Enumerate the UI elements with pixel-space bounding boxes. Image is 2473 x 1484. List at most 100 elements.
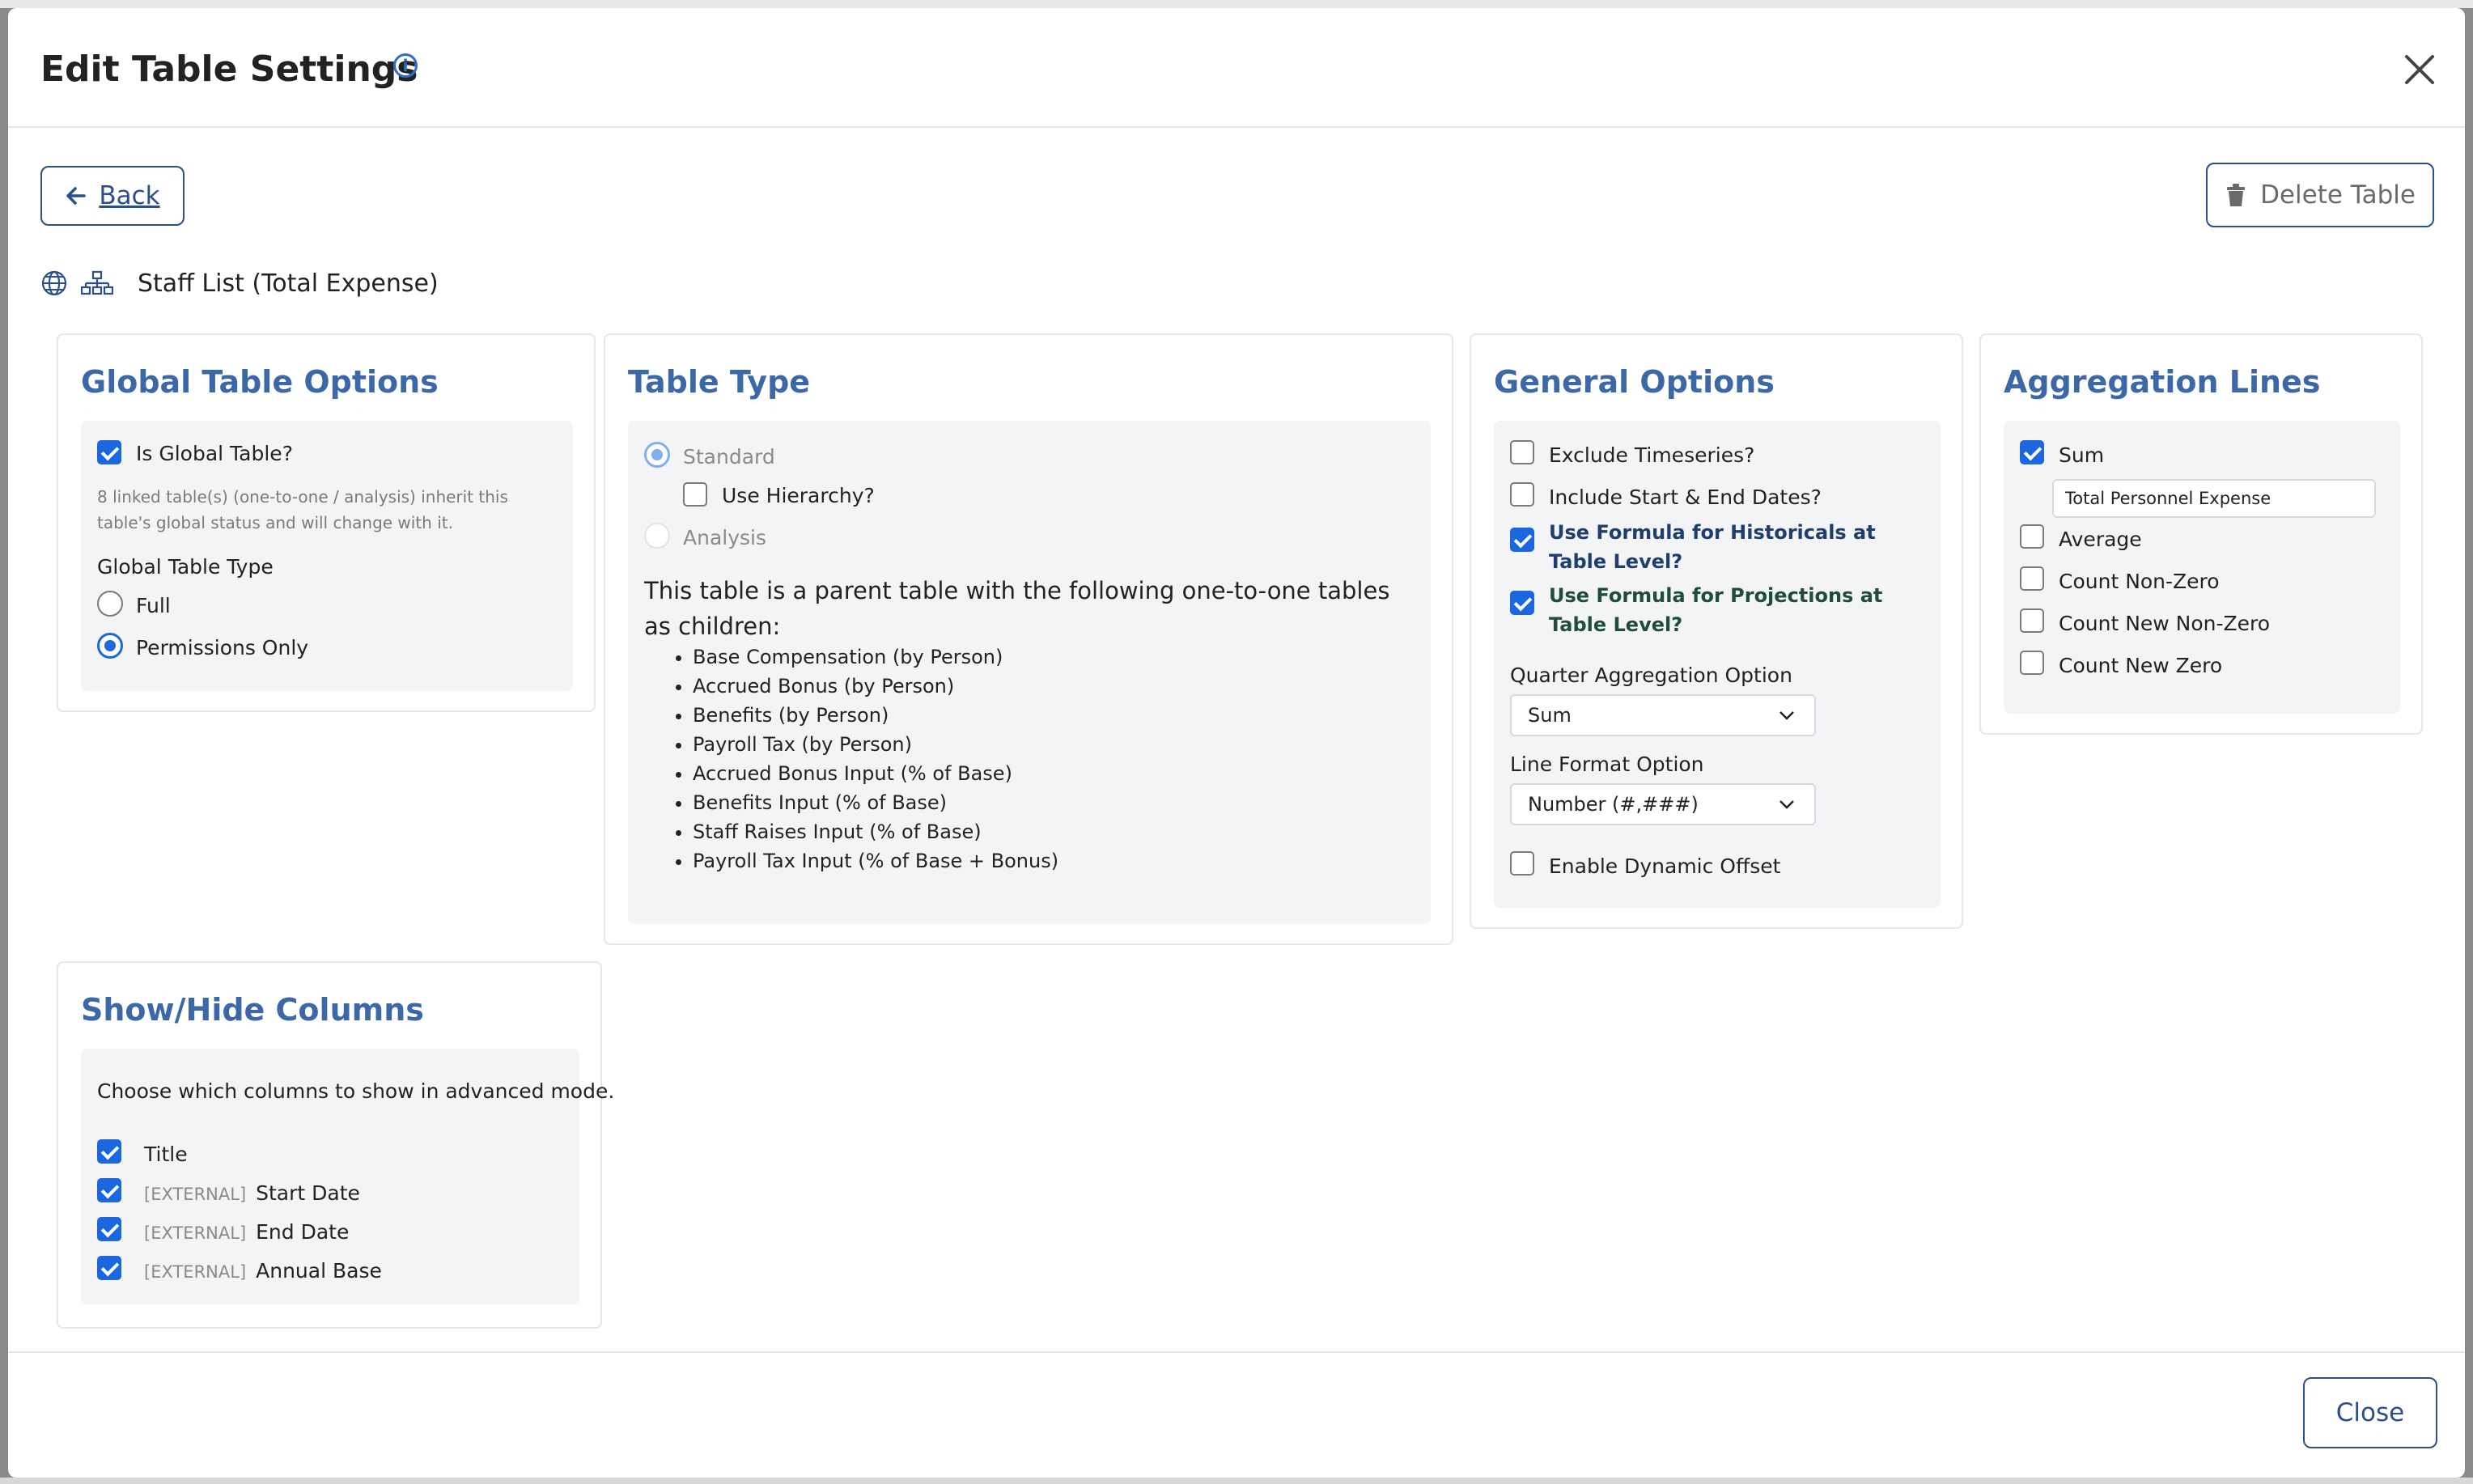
dynamic-offset-label: Enable Dynamic Offset <box>1549 854 1781 878</box>
line-format-label: Line Format Option <box>1510 753 1704 776</box>
list-item: Base Compensation (by Person) <box>693 642 1058 672</box>
chevron-down-icon <box>1779 800 1794 809</box>
average-label: Average <box>2059 528 2142 551</box>
general-options-title: General Options <box>1494 364 1775 400</box>
sum-label: Sum <box>2059 443 2105 467</box>
info-icon[interactable]: i <box>393 53 418 78</box>
formula-historicals-checkbox[interactable] <box>1510 528 1534 552</box>
include-dates-checkbox[interactable] <box>1510 482 1534 507</box>
table-type-card: Table Type Standard Use Hierarchy? Analy… <box>604 333 1453 945</box>
global-type-permissions-label: Permissions Only <box>136 636 309 659</box>
average-checkbox[interactable] <box>2020 524 2044 549</box>
children-description: This table is a parent table with the fo… <box>644 577 1390 640</box>
dynamic-offset-checkbox[interactable] <box>1510 851 1534 876</box>
line-format-value: Number (#,###) <box>1528 793 1699 816</box>
delete-table-button[interactable]: Delete Table <box>2206 163 2434 227</box>
count-new-zero-checkbox[interactable] <box>2020 651 2044 675</box>
column-name: Annual Base <box>256 1259 382 1283</box>
column-end-date-label: [EXTERNAL] End Date <box>144 1220 349 1244</box>
global-options-panel: Is Global Table? 8 linked table(s) (one-… <box>81 421 573 691</box>
column-title-checkbox[interactable] <box>97 1139 121 1164</box>
sum-checkbox[interactable] <box>2020 440 2044 464</box>
global-table-options-card: Global Table Options Is Global Table? 8 … <box>57 333 596 712</box>
trash-icon <box>2227 184 2246 206</box>
arrow-left-icon <box>66 187 87 205</box>
global-type-label: Global Table Type <box>97 555 274 579</box>
use-hierarchy-label: Use Hierarchy? <box>722 484 875 507</box>
show-hide-columns-card: Show/Hide Columns Choose which columns t… <box>57 961 614 1329</box>
list-item: Benefits (by Person) <box>693 701 1058 730</box>
columns-title: Show/Hide Columns <box>81 992 424 1028</box>
exclude-timeseries-checkbox[interactable] <box>1510 440 1534 464</box>
global-note: 8 linked table(s) (one-to-one / analysis… <box>97 487 508 532</box>
back-button[interactable]: Back <box>40 166 185 226</box>
column-start-date-checkbox[interactable] <box>97 1178 121 1202</box>
is-global-checkbox[interactable] <box>97 440 121 464</box>
external-tag: [EXTERNAL] <box>144 1262 247 1282</box>
delete-label: Delete Table <box>2260 180 2416 210</box>
count-non-zero-label: Count Non-Zero <box>2059 570 2220 593</box>
quarter-aggregation-select[interactable]: Sum <box>1510 694 1816 736</box>
analysis-radio[interactable] <box>644 523 670 549</box>
quarter-aggregation-label: Quarter Aggregation Option <box>1510 664 1792 687</box>
list-item: Accrued Bonus (by Person) <box>693 672 1058 701</box>
close-button[interactable]: Close <box>2303 1377 2437 1448</box>
back-label: Back <box>99 181 160 210</box>
is-global-label: Is Global Table? <box>136 442 293 465</box>
column-start-date-label: [EXTERNAL] Start Date <box>144 1181 360 1205</box>
columns-hint: Choose which columns to show in advanced… <box>97 1079 615 1103</box>
column-title-label: Title <box>144 1143 188 1166</box>
dialog-header: Edit Table Settings i <box>8 8 2465 128</box>
table-name: Staff List (Total Expense) <box>138 269 439 298</box>
general-options-panel: Exclude Timeseries? Include Start & End … <box>1494 421 1941 908</box>
external-tag: [EXTERNAL] <box>144 1185 247 1204</box>
list-item: Payroll Tax (by Person) <box>693 730 1058 759</box>
global-options-title: Global Table Options <box>81 364 439 400</box>
list-item: Accrued Bonus Input (% of Base) <box>693 759 1058 788</box>
column-name: End Date <box>256 1220 350 1244</box>
hierarchy-icon <box>81 270 113 295</box>
count-new-non-zero-checkbox[interactable] <box>2020 608 2044 633</box>
list-item: Payroll Tax Input (% of Base + Bonus) <box>693 846 1058 876</box>
column-annual-base-checkbox[interactable] <box>97 1256 121 1280</box>
formula-historicals-label: Use Formula for Historicals at Table Lev… <box>1549 521 1876 573</box>
column-annual-base-label: [EXTERNAL] Annual Base <box>144 1259 382 1283</box>
analysis-label: Analysis <box>683 526 767 549</box>
table-type-title: Table Type <box>628 364 811 400</box>
global-type-full-radio[interactable] <box>97 591 123 617</box>
columns-panel: Choose which columns to show in advanced… <box>81 1049 614 1304</box>
exclude-timeseries-label: Exclude Timeseries? <box>1549 443 1755 467</box>
sum-name-input[interactable]: Total Personnel Expense <box>2052 479 2376 518</box>
globe-icon <box>41 270 67 296</box>
count-non-zero-checkbox[interactable] <box>2020 566 2044 591</box>
include-dates-label: Include Start & End Dates? <box>1549 485 1822 509</box>
count-new-zero-label: Count New Zero <box>2059 654 2223 677</box>
external-tag: [EXTERNAL] <box>144 1223 247 1243</box>
dialog-footer <box>8 1351 2465 1478</box>
background-app-bar <box>0 0 2473 8</box>
aggregation-lines-card: Aggregation Lines Sum Total Personnel Ex… <box>1979 333 2423 735</box>
aggregation-title: Aggregation Lines <box>2004 364 2321 400</box>
standard-label: Standard <box>683 445 775 469</box>
global-type-full-label: Full <box>136 594 171 617</box>
formula-projections-checkbox[interactable] <box>1510 591 1534 615</box>
standard-radio[interactable] <box>644 442 670 468</box>
column-name: Start Date <box>256 1181 360 1205</box>
table-type-panel: Standard Use Hierarchy? Analysis This ta… <box>628 421 1431 924</box>
close-icon[interactable] <box>2400 50 2439 89</box>
list-item: Benefits Input (% of Base) <box>693 788 1058 817</box>
column-end-date-checkbox[interactable] <box>97 1217 121 1241</box>
table-name-row: Staff List (Total Expense) <box>40 263 439 303</box>
quarter-aggregation-value: Sum <box>1528 704 1572 727</box>
list-item: Staff Raises Input (% of Base) <box>693 817 1058 846</box>
general-options-card: General Options Exclude Timeseries? Incl… <box>1470 333 1963 929</box>
chevron-down-icon <box>1779 711 1794 720</box>
global-type-permissions-radio[interactable] <box>97 633 123 659</box>
dialog-title: Edit Table Settings <box>40 49 418 90</box>
line-format-select[interactable]: Number (#,###) <box>1510 783 1816 825</box>
use-hierarchy-checkbox[interactable] <box>683 482 707 507</box>
edit-table-settings-dialog: Edit Table Settings i Back Delete Table <box>8 8 2465 1478</box>
children-list: Base Compensation (by Person) Accrued Bo… <box>678 642 1058 876</box>
formula-projections-label: Use Formula for Projections at Table Lev… <box>1549 584 1883 636</box>
count-new-non-zero-label: Count New Non-Zero <box>2059 612 2271 635</box>
